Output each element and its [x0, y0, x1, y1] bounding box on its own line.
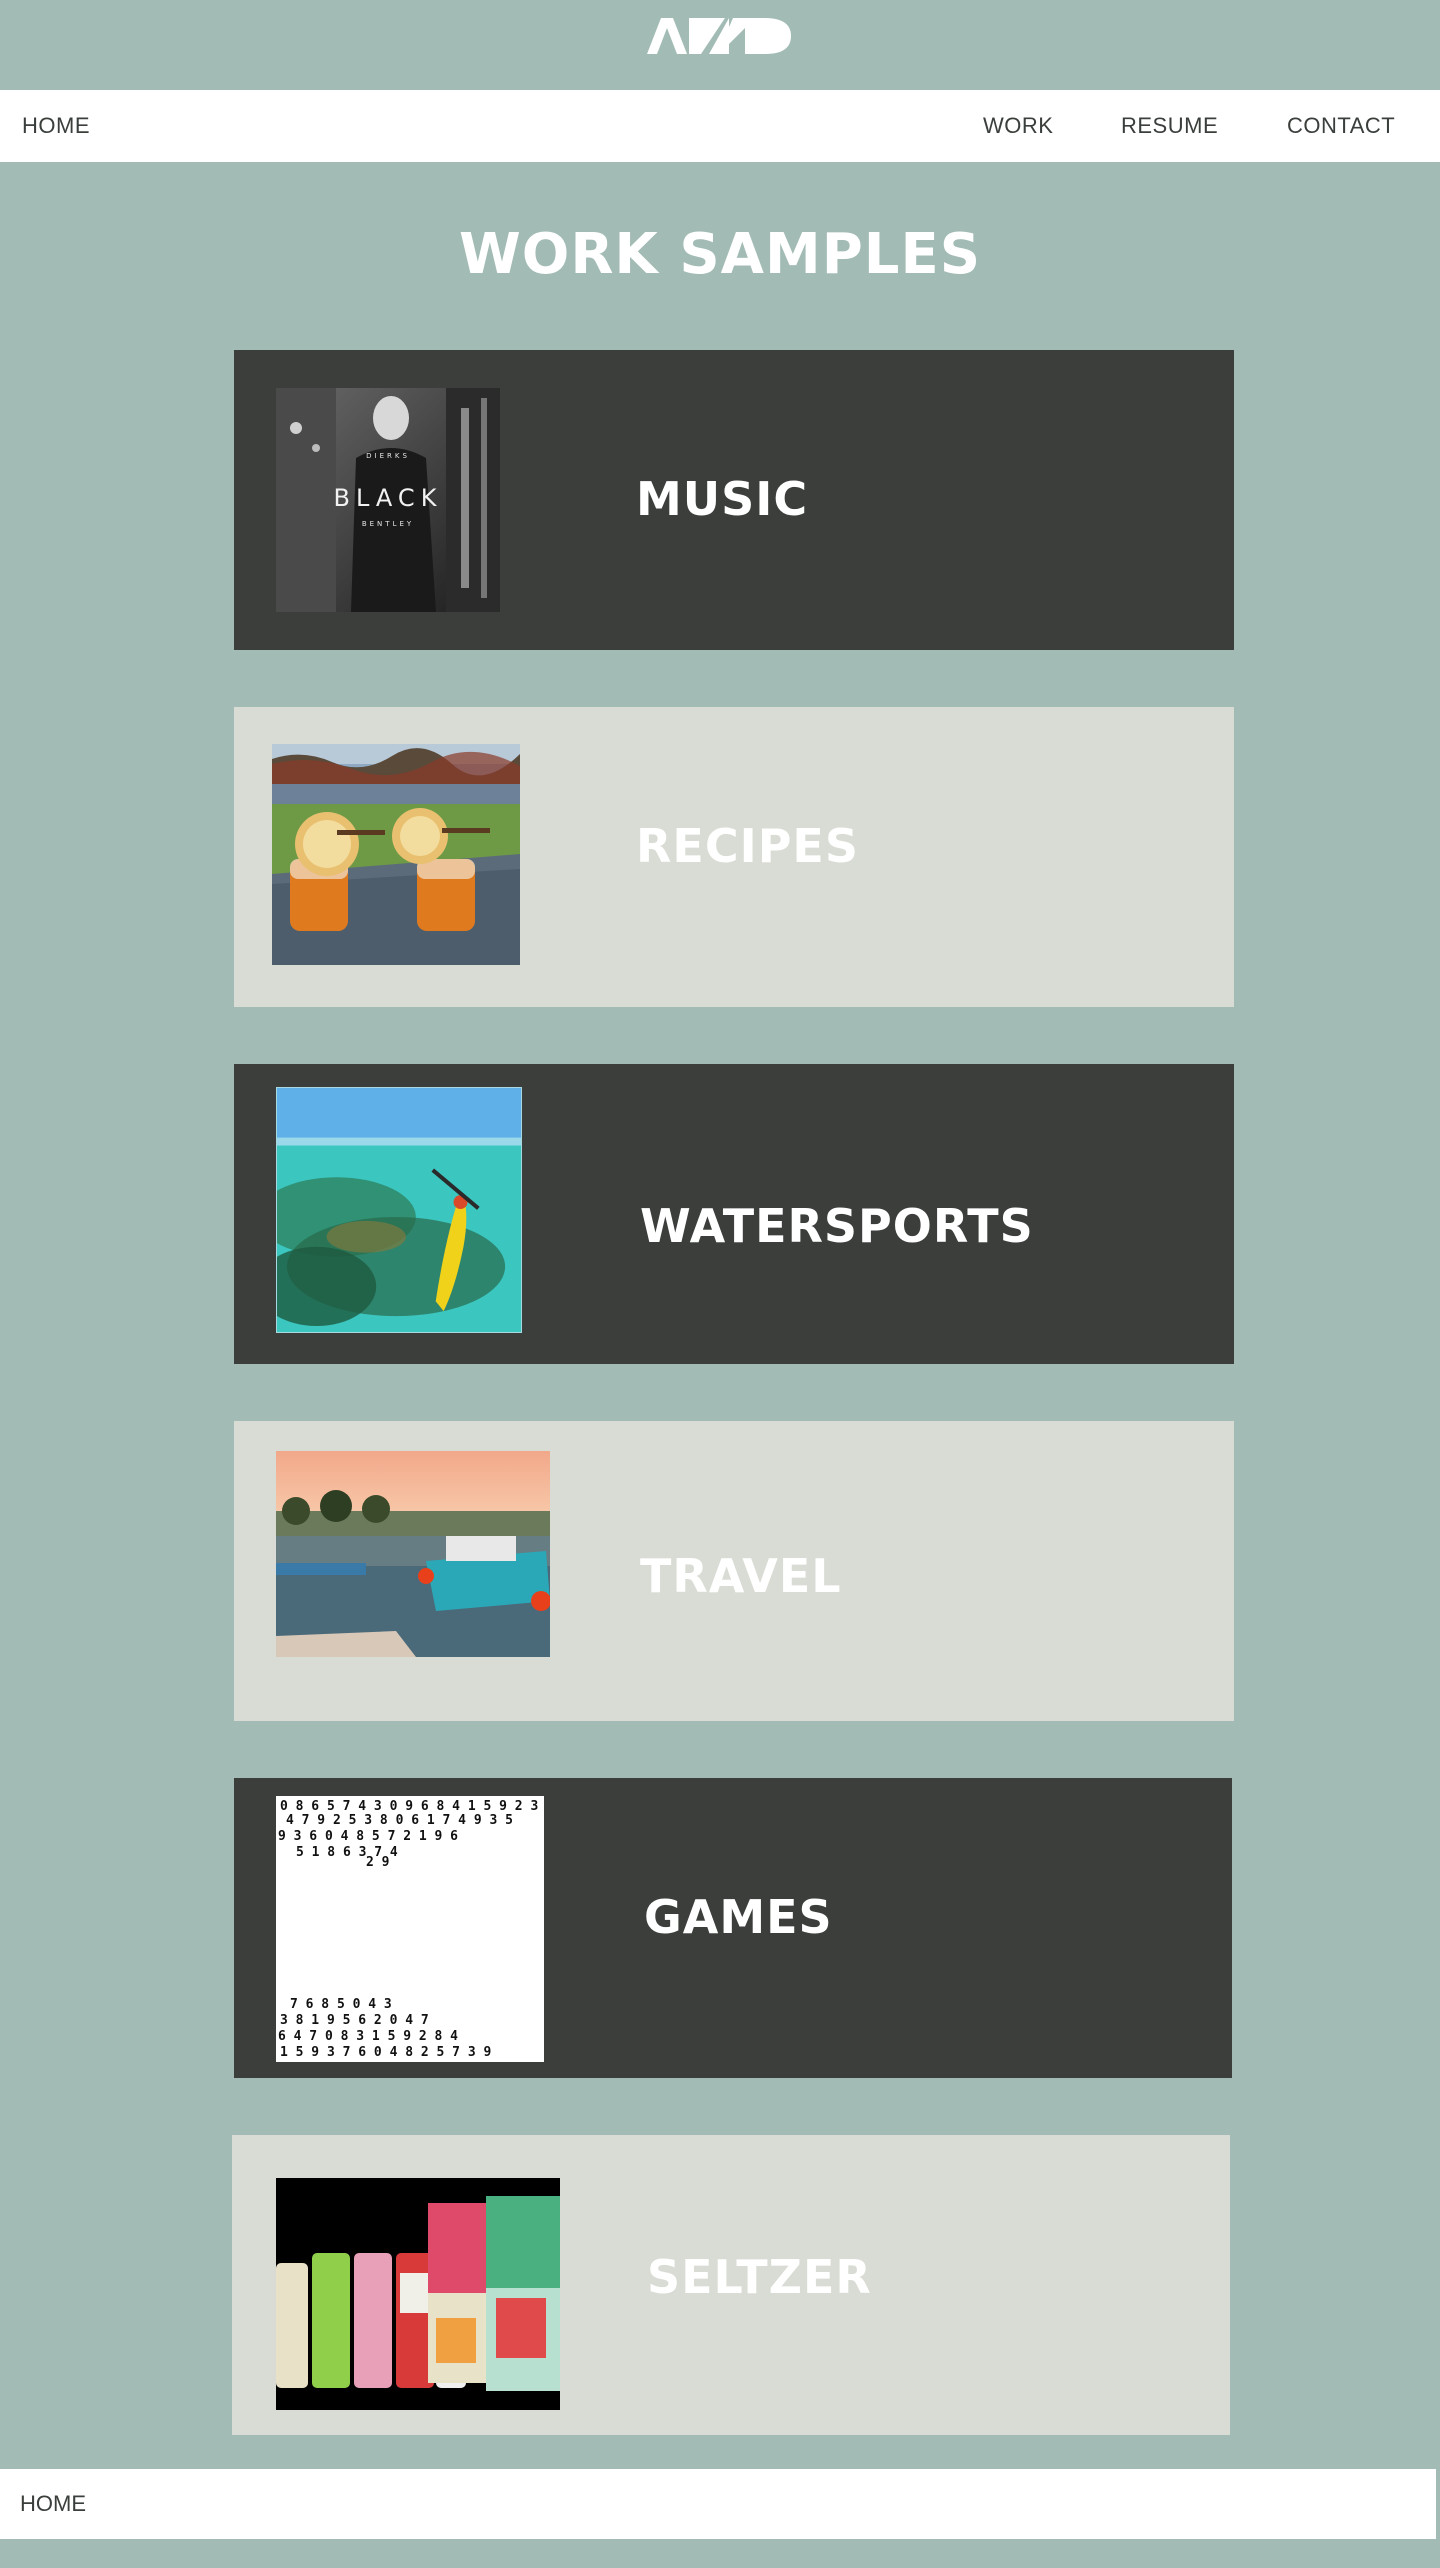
games-card[interactable]: 0 8 6 5 7 4 3 0 9 6 8 4 1 5 9 2 3 7 4 7 … [234, 1778, 1232, 2078]
falling-numbers-image: 0 8 6 5 7 4 3 0 9 6 8 4 1 5 9 2 3 7 4 7 … [276, 1796, 544, 2062]
travel-card[interactable]: TRAVEL [234, 1421, 1234, 1721]
seltzer-card-title: SELTZER [647, 2250, 872, 2304]
page-title: WORK SAMPLES [458, 222, 982, 287]
svg-text:9 3 6 0 4 8 5 7 2 1 9 6: 9 3 6 0 4 8 5 7 2 1 9 6 [278, 1829, 458, 1844]
footer-nav: HOME [0, 2469, 1436, 2539]
svg-text:6 4 7 0 8 3 1 5 9 2 8 4: 6 4 7 0 8 3 1 5 9 2 8 4 [278, 2029, 458, 2044]
travel-card-title: TRAVEL [640, 1549, 842, 1603]
watersports-card[interactable]: WATERSPORTS [234, 1064, 1234, 1364]
album-cover-image: DIERKS BLACK BENTLEY [276, 388, 500, 612]
azzd-logo[interactable] [645, 14, 791, 58]
cocktail-drinks-image [272, 744, 520, 965]
music-card-title: MUSIC [636, 472, 809, 526]
svg-text:7 6 8 5 0 4 3: 7 6 8 5 0 4 3 [290, 1997, 392, 2012]
album-artist-first: DIERKS [366, 452, 410, 460]
nav-contact-link[interactable]: CONTACT [1287, 90, 1395, 162]
seltzer-cans-image [276, 2178, 560, 2410]
kayak-image [276, 1087, 522, 1333]
nav-home-link[interactable]: HOME [22, 90, 90, 162]
games-card-title: GAMES [644, 1890, 833, 1944]
seltzer-card[interactable]: SELTZER [232, 2135, 1230, 2435]
svg-text:3 8 1 9 5 6 2 0 4 7: 3 8 1 9 5 6 2 0 4 7 [280, 2013, 429, 2028]
svg-text:2 9: 2 9 [366, 1855, 389, 1870]
footer-home-link[interactable]: HOME [20, 2469, 86, 2539]
svg-text:4 7 9 2 5 3 8 0 6 1 7 4 9 3 5: 4 7 9 2 5 3 8 0 6 1 7 4 9 3 5 [286, 1813, 513, 1828]
nav-work-link[interactable]: WORK [983, 90, 1053, 162]
nav-resume-link[interactable]: RESUME [1121, 90, 1218, 162]
svg-text:1 5 9 3 7 6 0 4 8 2 5 7 3 9: 1 5 9 3 7 6 0 4 8 2 5 7 3 9 [280, 2045, 491, 2060]
music-card[interactable]: DIERKS BLACK BENTLEY MUSIC [234, 350, 1234, 650]
svg-text:0 8 6 5 7 4 3 0 9 6 8 4 1 5 9: 0 8 6 5 7 4 3 0 9 6 8 4 1 5 9 2 3 7 [280, 1799, 544, 1814]
recipes-card-title: RECIPES [636, 819, 859, 873]
watersports-card-title: WATERSPORTS [640, 1199, 1034, 1253]
album-title-text: BLACK [334, 484, 443, 512]
harbor-boats-image [276, 1451, 550, 1657]
album-artist-last: BENTLEY [362, 520, 414, 528]
top-nav: HOME WORK RESUME CONTACT [0, 90, 1440, 162]
recipes-card[interactable]: RECIPES [234, 707, 1234, 1007]
